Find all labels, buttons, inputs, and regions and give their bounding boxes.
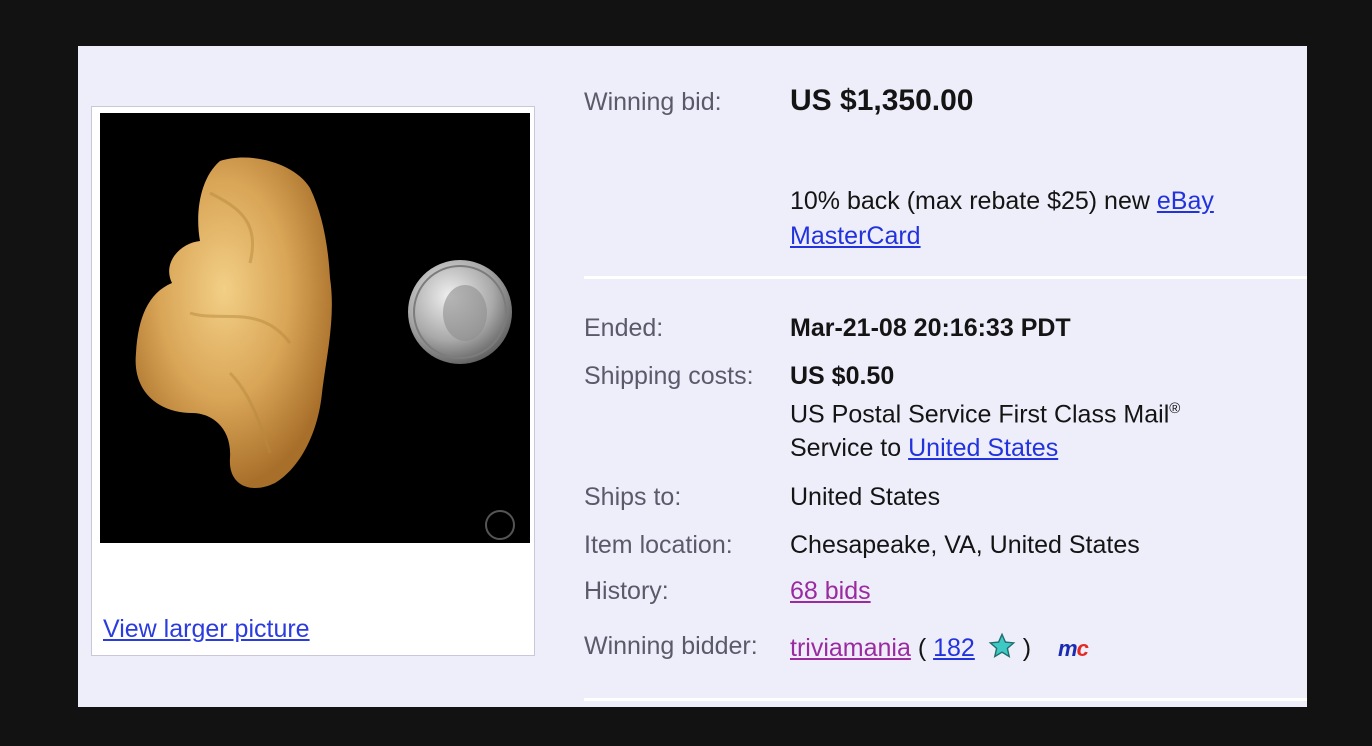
winning-bidder-label: Winning bidder: bbox=[584, 632, 758, 660]
bidder-username-link[interactable]: triviamania bbox=[790, 634, 911, 662]
view-larger-picture-link[interactable]: View larger picture bbox=[103, 615, 310, 644]
logo-letter-m: m bbox=[1058, 636, 1078, 661]
promo-message: 10% back (max rebate $25) new bbox=[790, 187, 1157, 215]
service-to-text: Service to bbox=[790, 434, 909, 462]
history-label: History: bbox=[584, 577, 669, 605]
ended-label: Ended: bbox=[584, 314, 664, 342]
feedback-score-link[interactable]: 182 bbox=[933, 634, 975, 662]
winning-bidder-info: triviamania ( 182 ) mc bbox=[790, 632, 1089, 667]
shipping-costs-value: US $0.50 bbox=[790, 362, 895, 390]
item-photo[interactable] bbox=[100, 113, 530, 543]
item-location-label: Item location: bbox=[584, 531, 733, 559]
bottom-divider bbox=[584, 698, 1307, 701]
bid-history-link[interactable]: 68 bids bbox=[790, 577, 871, 606]
united-states-link[interactable]: United States bbox=[908, 434, 1058, 462]
item-picture-box: View larger picture bbox=[91, 106, 535, 656]
winning-bid-value: US $1,350.00 bbox=[790, 84, 974, 117]
section-divider bbox=[584, 276, 1307, 279]
listing-panel: View larger picture Winning bid: US $1,3… bbox=[78, 46, 1307, 707]
ships-to-value: United States bbox=[790, 483, 941, 511]
cornflake-photo-icon bbox=[135, 157, 515, 540]
ships-to-label: Ships to: bbox=[584, 483, 682, 511]
item-location-value: Chesapeake, VA, United States bbox=[790, 531, 1140, 559]
shipping-service: US Postal Service First Class Mail® bbox=[790, 400, 1180, 429]
turquoise-star-icon[interactable] bbox=[988, 632, 1016, 667]
ended-value: Mar-21-08 20:16:33 PDT bbox=[790, 314, 1071, 342]
logo-letter-c: c bbox=[1076, 636, 1089, 661]
shipping-destination: Service to United States bbox=[790, 434, 1058, 463]
winning-bid-label: Winning bid: bbox=[584, 88, 722, 116]
shipping-costs-label: Shipping costs: bbox=[584, 362, 754, 390]
close-paren: ) bbox=[1015, 634, 1032, 662]
mastercard-logo-icon: mc bbox=[1058, 636, 1089, 662]
shipping-service-name: US Postal Service First Class Mail bbox=[790, 400, 1170, 429]
promo-text: 10% back (max rebate $25) new eBay Maste… bbox=[790, 184, 1290, 254]
registered-mark: ® bbox=[1169, 400, 1181, 417]
open-paren: ( bbox=[910, 634, 934, 662]
